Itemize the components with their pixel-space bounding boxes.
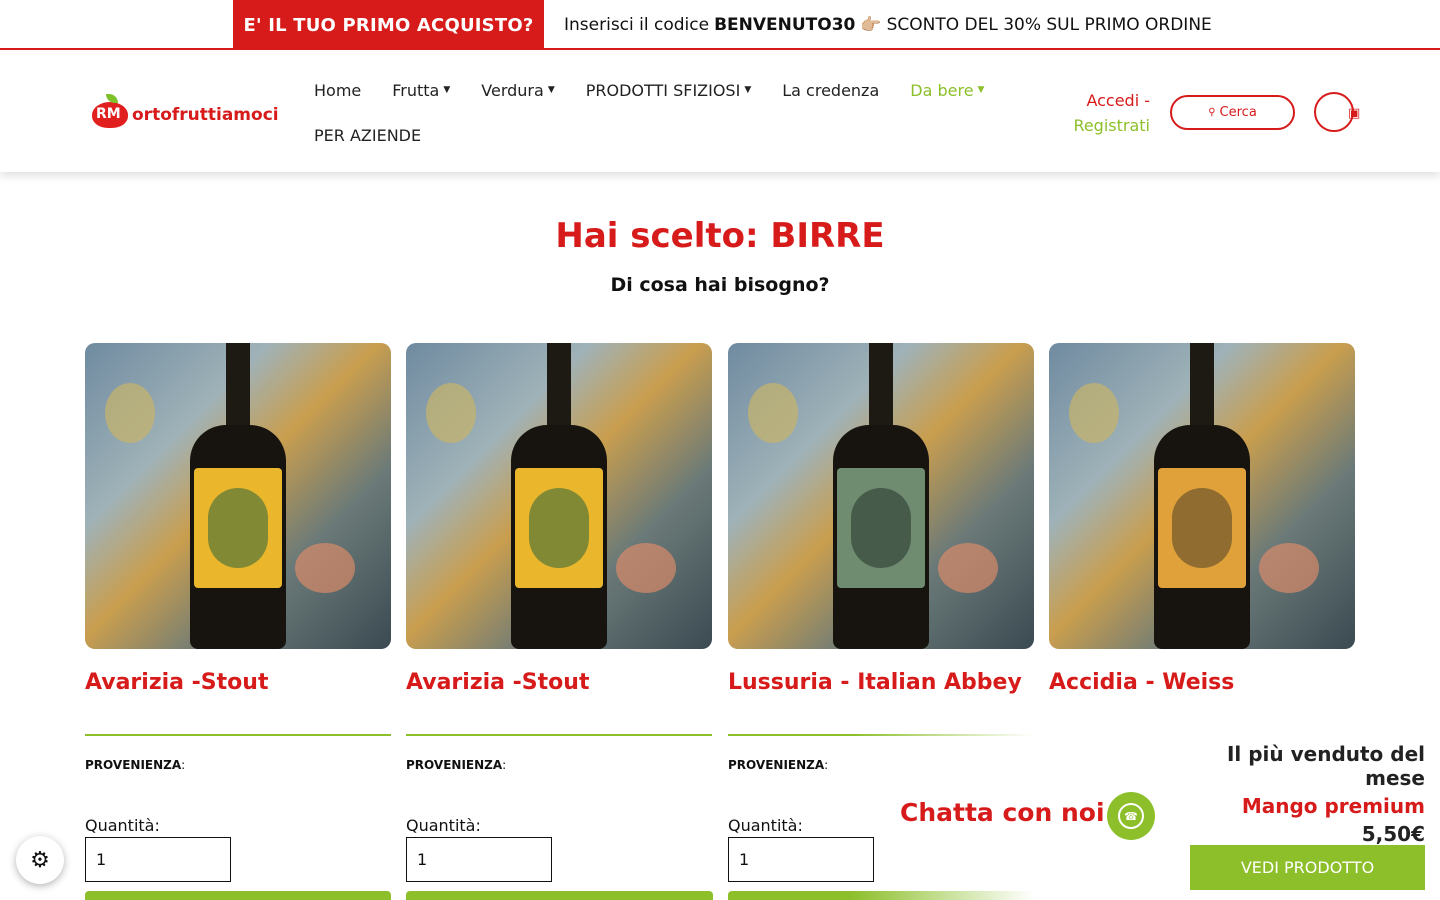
product-name[interactable]: Lussuria - Italian Abbey (728, 670, 1034, 698)
site-header: RM ortofruttiamoci Home Frutta ▼ Verdura… (0, 52, 1440, 172)
view-product-button[interactable]: VEDI PRODOTTO (1190, 845, 1425, 890)
register-link[interactable]: Registrati (1060, 113, 1150, 138)
gear-icon: ⚙ (30, 847, 50, 873)
promo-text-after: SCONTO DEL 30% SUL PRIMO ORDINE (886, 15, 1212, 35)
nav-item-prodotti-sfiziosi[interactable]: PRODOTTI SFIZIOSI ▼ (586, 81, 752, 100)
nav-item-da-bere[interactable]: Da bere ▼ (910, 81, 984, 100)
nav-item-label: Verdura (481, 80, 544, 100)
nav-item-label: Frutta (392, 80, 440, 100)
cart-icon: ▣ (1348, 106, 1361, 121)
product-image[interactable] (728, 343, 1034, 649)
nav-item-label: Home (314, 80, 362, 100)
nav-item-home[interactable]: Home (314, 81, 361, 100)
search-button[interactable]: ⚲ Cerca (1170, 95, 1295, 130)
product-card: Avarizia -Stout PROVENIENZA: Quantità: (85, 343, 391, 882)
promo-text: Inserisci il codice BENVENUTO30 👉🏼 SCONT… (564, 0, 1212, 50)
nav-item-la-credenza[interactable]: La credenza (782, 81, 879, 100)
divider (85, 734, 391, 736)
nav-row-2: PER AZIENDE (314, 123, 1034, 147)
best-seller-title: Il più venduto del mese (1226, 742, 1425, 790)
promo-code: BENVENUTO30 (714, 15, 856, 35)
page-subtitle: Di cosa hai bisogno? (610, 274, 830, 296)
login-link[interactable]: Accedi - (1060, 88, 1150, 113)
quantity-input[interactable] (85, 837, 231, 882)
whatsapp-icon: ☎ (1118, 803, 1144, 829)
product-image[interactable] (85, 343, 391, 649)
nav-item-frutta[interactable]: Frutta ▼ (392, 81, 450, 100)
auth-links: Accedi - Registrati (1060, 88, 1150, 138)
promo-bar: E' IL TUO PRIMO ACQUISTO? Inserisci il c… (0, 0, 1440, 50)
caret-down-icon: ▼ (977, 85, 985, 95)
add-to-cart-button[interactable] (85, 891, 391, 900)
main-nav: Home Frutta ▼ Verdura ▼ PRODOTTI SFIZIOS… (314, 78, 1034, 168)
cart-button[interactable]: ▣ (1314, 92, 1360, 132)
caret-down-icon: ▼ (744, 85, 752, 95)
nav-item-label: Da bere (910, 80, 974, 100)
origin-field: PROVENIENZA: (406, 758, 507, 772)
quantity-label: Quantità: (85, 816, 160, 835)
divider (406, 734, 712, 736)
nav-item-verdura[interactable]: Verdura ▼ (481, 81, 554, 100)
nav-item-label: PRODOTTI SFIZIOSI (585, 80, 741, 100)
search-button-label: Cerca (1219, 105, 1257, 120)
best-seller-product[interactable]: Mango premium (1165, 794, 1425, 818)
page-title: Hai scelto: BIRRE (555, 216, 885, 256)
best-seller-price: 5,50€ (1361, 822, 1425, 846)
product-card: Accidia - Weiss (1049, 343, 1355, 698)
logo[interactable]: RM ortofruttiamoci (92, 94, 279, 128)
product-name[interactable]: Avarizia -Stout (406, 670, 712, 698)
best-seller-widget: Il più venduto del mese Mango premium 5,… (1165, 742, 1425, 846)
caret-down-icon: ▼ (547, 85, 555, 95)
logo-mark-text: RM (96, 106, 121, 122)
nav-row-1: Home Frutta ▼ Verdura ▼ PRODOTTI SFIZIOS… (314, 78, 1034, 102)
add-to-cart-button[interactable] (406, 891, 713, 900)
product-image[interactable] (1049, 343, 1355, 649)
promo-text-before: Inserisci il codice (564, 15, 710, 35)
divider (728, 734, 1034, 736)
product-name[interactable]: Accidia - Weiss (1049, 670, 1355, 698)
nav-item-label: PER AZIENDE (314, 125, 422, 145)
origin-field: PROVENIENZA: (728, 758, 829, 772)
quantity-input[interactable] (406, 837, 552, 882)
pointing-hand-icon: 👉🏼 (860, 15, 882, 35)
whatsapp-button[interactable]: ☎ (1107, 792, 1155, 840)
logo-text: ortofruttiamoci (132, 105, 279, 125)
add-to-cart-button[interactable] (728, 891, 1034, 900)
caret-down-icon: ▼ (443, 85, 451, 95)
nav-item-per-aziende[interactable]: PER AZIENDE (314, 126, 421, 145)
product-name[interactable]: Avarizia -Stout (85, 670, 391, 698)
origin-field: PROVENIENZA: (85, 758, 186, 772)
promo-tag: E' IL TUO PRIMO ACQUISTO? (233, 0, 544, 50)
product-card: Avarizia -Stout PROVENIENZA: Quantità: (406, 343, 712, 882)
product-image[interactable] (406, 343, 712, 649)
nav-item-label: La credenza (782, 80, 880, 100)
quantity-input[interactable] (728, 837, 874, 882)
cookie-settings-button[interactable]: ⚙ (16, 836, 64, 884)
quantity-label: Quantità: (406, 816, 481, 835)
search-icon: ⚲ (1208, 107, 1216, 118)
chat-label[interactable]: Chatta con noi (900, 798, 1105, 827)
apple-logo-icon: RM (92, 94, 130, 128)
